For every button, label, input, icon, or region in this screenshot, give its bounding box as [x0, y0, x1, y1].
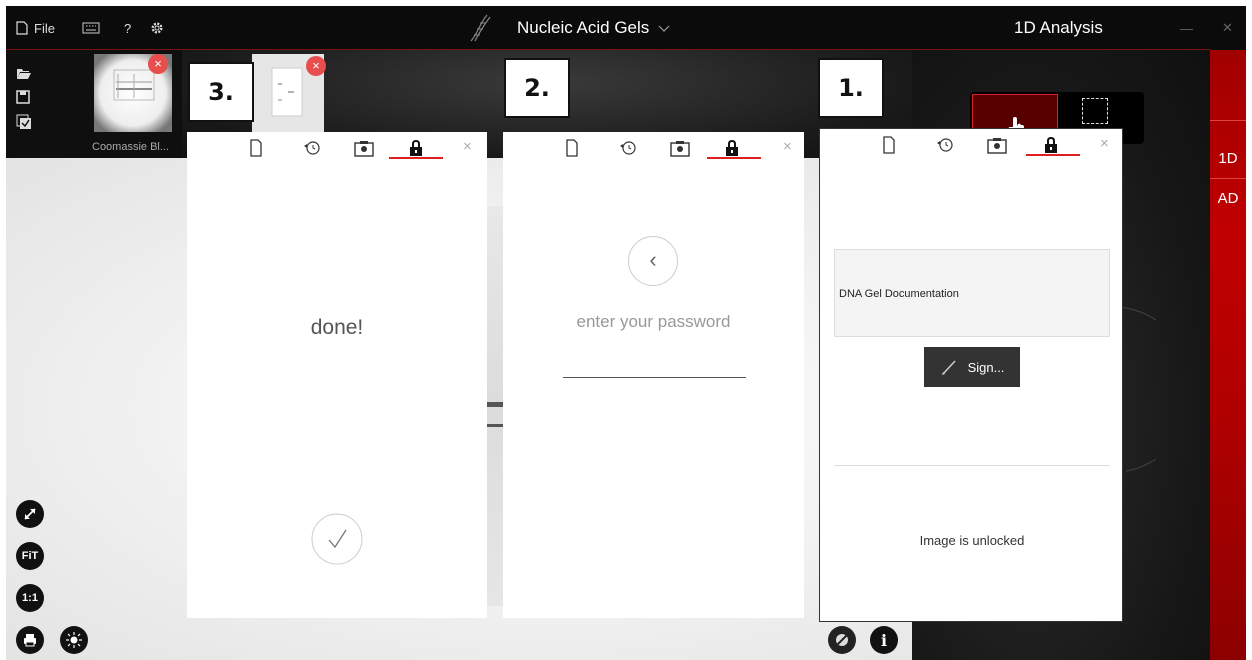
info-button[interactable]: i — [870, 626, 898, 654]
sidebar-divider — [1210, 120, 1246, 121]
open-folder-button[interactable] — [16, 66, 34, 84]
lock-icon[interactable] — [1040, 135, 1062, 155]
dna-icon — [470, 14, 491, 42]
fit-label: FiT — [21, 550, 39, 562]
panel-tabs: × — [187, 132, 487, 164]
history-icon[interactable] — [301, 138, 323, 158]
brightness-icon — [66, 632, 82, 648]
file-menu-label: File — [34, 20, 55, 36]
one-to-one-button[interactable]: 1:1 — [16, 584, 44, 612]
thumbnail-close-button[interactable]: × — [148, 54, 168, 74]
fit-button[interactable]: FiT — [16, 542, 44, 570]
active-tab-indicator — [389, 157, 443, 159]
multi-select-button[interactable] — [16, 114, 34, 132]
expand-button[interactable] — [16, 500, 44, 528]
gear-icon — [151, 22, 163, 34]
done-message: done! — [310, 316, 364, 339]
document-name-field[interactable]: DNA Gel Documentation — [834, 249, 1110, 337]
password-prompt: enter your password — [576, 312, 731, 331]
panel-sign: × DNA Gel Documentation Sign... Image is… — [819, 128, 1123, 622]
back-button[interactable]: ‹ — [628, 236, 678, 286]
camera-icon[interactable] — [669, 138, 691, 158]
help-label: ? — [124, 20, 132, 36]
no-image-button[interactable] — [828, 626, 856, 654]
history-icon[interactable] — [617, 138, 639, 158]
panel-close-icon[interactable]: × — [1100, 135, 1109, 152]
history-icon[interactable] — [934, 135, 956, 155]
one-to-one-label: 1:1 — [22, 592, 38, 604]
printer-icon — [24, 634, 36, 647]
save-icon — [16, 90, 30, 104]
app-logo — [466, 6, 492, 50]
close-icon: × — [154, 56, 162, 71]
settings-button[interactable] — [150, 6, 164, 50]
camera-icon[interactable] — [986, 135, 1008, 155]
sidebar-item-1d[interactable]: 1D — [1210, 150, 1246, 167]
save-button[interactable] — [16, 90, 34, 108]
pen-icon — [941, 360, 956, 375]
camera-icon[interactable] — [353, 138, 375, 158]
print-button[interactable] — [16, 626, 44, 654]
document-icon[interactable] — [561, 138, 583, 158]
close-icon: × — [312, 58, 320, 73]
workflow-selector[interactable]: Nucleic Acid Gels — [517, 6, 671, 50]
select-region-button[interactable] — [1082, 98, 1108, 124]
panel-password: × ‹ enter your password — [503, 132, 804, 618]
help-button[interactable]: ? — [124, 6, 131, 50]
lock-status: Image is unlocked — [919, 533, 1025, 548]
sidebar-item-ad[interactable]: AD — [1210, 190, 1246, 207]
sign-button[interactable]: Sign... — [924, 347, 1020, 387]
divider — [834, 465, 1110, 466]
workflow-title: Nucleic Acid Gels — [517, 18, 650, 37]
confirm-check-button[interactable] — [310, 512, 364, 566]
file-menu[interactable]: File — [16, 6, 55, 50]
panel-tabs: × — [503, 132, 804, 164]
thumbnail-close-button[interactable]: × — [306, 56, 326, 76]
thumbnail-caption: Coomassie Bl... — [92, 141, 170, 153]
sidebar-divider — [1210, 178, 1246, 179]
right-sidebar: 1D AD — [1210, 50, 1246, 660]
close-window-button[interactable]: ✕ — [1222, 6, 1233, 50]
panel-done: × done! — [187, 132, 487, 618]
info-icon: i — [880, 630, 888, 650]
image-off-icon — [835, 633, 849, 647]
step-label-1: 1. — [818, 58, 884, 118]
panel-close-icon[interactable]: × — [463, 138, 472, 155]
chevron-down-icon — [658, 25, 670, 32]
lock-icon[interactable] — [405, 138, 427, 158]
password-input[interactable] — [563, 358, 746, 378]
app-window: File ? Nucleic Acid Gels 1D Analysis — ✕ — [6, 6, 1246, 660]
document-icon[interactable] — [878, 135, 900, 155]
minimize-glyph: — — [1180, 20, 1193, 36]
folder-open-icon — [17, 69, 31, 79]
stack-check-icon — [16, 114, 31, 129]
title-bar: File ? Nucleic Acid Gels 1D Analysis — ✕ — [6, 6, 1246, 50]
expand-arrows-icon — [24, 508, 36, 520]
document-name: DNA Gel Documentation — [839, 288, 959, 300]
chevron-left-icon: ‹ — [649, 247, 657, 272]
lock-icon[interactable] — [721, 138, 743, 158]
sign-label: Sign... — [967, 359, 1005, 375]
mode-title: 1D Analysis — [1014, 18, 1103, 37]
keyboard-button[interactable] — [82, 6, 100, 50]
minimize-button[interactable]: — — [1180, 6, 1193, 50]
panel-tabs: × — [820, 129, 1122, 161]
active-tab-indicator — [1026, 154, 1080, 156]
step-label-3: 3. — [188, 62, 254, 122]
brightness-button[interactable] — [60, 626, 88, 654]
step-label-2: 2. — [504, 58, 570, 118]
file-icon — [16, 21, 28, 35]
panel-close-icon[interactable]: × — [783, 138, 792, 155]
active-tab-indicator — [707, 157, 761, 159]
document-icon[interactable] — [245, 138, 267, 158]
close-glyph: ✕ — [1222, 20, 1233, 35]
keyboard-icon — [82, 22, 100, 34]
